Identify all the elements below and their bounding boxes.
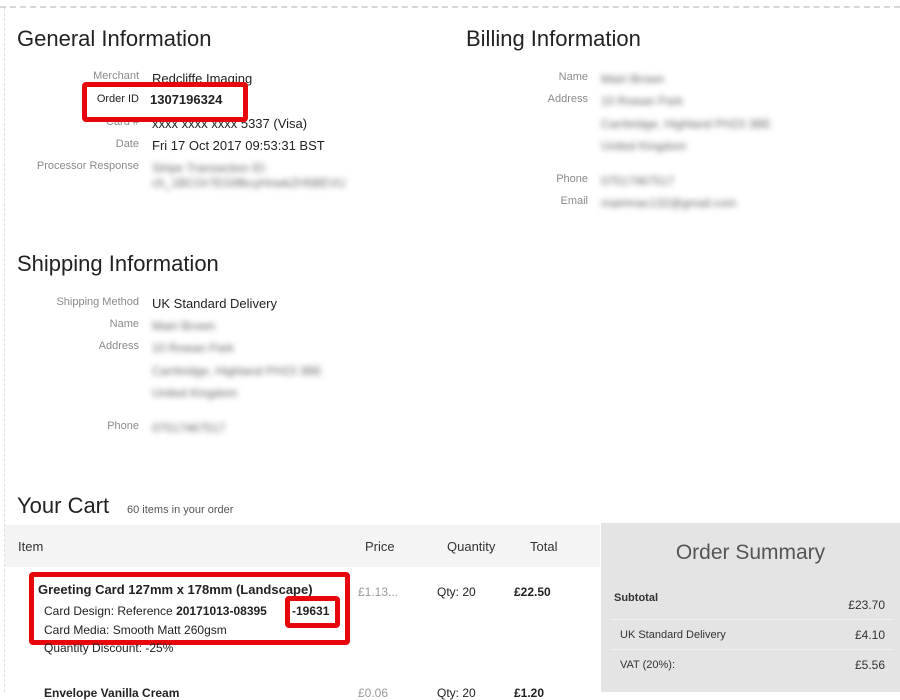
date-value: Fri 17 Oct 2017 09:53:31 BST (152, 138, 325, 153)
design-prefix: Card Design: Reference (44, 604, 173, 618)
left-dashed-border (4, 8, 5, 692)
billing-address-line-2: Carrbridge, Highland PH23 3BE (601, 117, 772, 131)
processor-response-line-2: ch_1BCOr7EG9fkcyHnwkZH5BEVU (152, 176, 346, 190)
cart-item-2-name[interactable]: Envelope Vanilla Cream (44, 686, 179, 700)
billing-address-line-3: United Kingdom (601, 139, 687, 153)
billing-name-value: Mairi Brown (601, 72, 665, 86)
col-item-header: Item (18, 539, 44, 554)
billing-address-label: Address (547, 93, 588, 105)
cart-item-media: Card Media: Smooth Matt 260gsm (44, 623, 227, 637)
vat-label: VAT (20%): (620, 659, 676, 671)
order-id-label: Order ID (96, 93, 139, 105)
billing-info-title: Billing Information (466, 26, 641, 51)
vat-value: £5.56 (854, 658, 885, 672)
subtotal-value: £23.70 (848, 598, 885, 612)
billing-email-value: mairimac132@gmail.com (601, 196, 737, 210)
col-total-header: Total (530, 539, 558, 554)
shipping-phone-value: 07517467517 (152, 421, 226, 435)
cart-item-name[interactable]: Greeting Card 127mm x 178mm (Landscape) (38, 582, 313, 597)
order-id-value: 1307196324 (150, 92, 223, 107)
cart-item-qty: Qty: 20 (437, 585, 476, 599)
shipping-phone-label: Phone (107, 420, 139, 432)
summary-divider-1 (610, 619, 894, 620)
billing-phone-value: 07517467517 (601, 174, 675, 188)
col-quantity-header: Quantity (447, 539, 496, 554)
processor-response-label: Processor Response (36, 160, 139, 172)
shipping-address-line-3: United Kingdom (152, 386, 238, 400)
cart-title: Your Cart (17, 493, 110, 518)
delivery-value: £4.10 (854, 628, 885, 642)
shipping-address-label: Address (98, 340, 139, 352)
cart-item-discount: Quantity Discount: -25% (44, 641, 174, 655)
shipping-address-line-2: Carrbridge, Highland PH23 3BE (152, 364, 323, 378)
design-suffix: -19631 (292, 604, 330, 618)
merchant-label: Merchant (93, 70, 139, 82)
design-reference: 20171013-08395 (176, 604, 267, 618)
billing-name-label: Name (558, 71, 588, 83)
top-dashed-border (0, 6, 900, 8)
billing-phone-label: Phone (556, 173, 588, 185)
shipping-name-label: Name (109, 318, 139, 330)
shipping-name-value: Mairi Brown (152, 319, 216, 333)
cart-item-design: Card Design: Reference 20171013-08395 (44, 604, 267, 618)
shipping-address-line-1: 10 Rowan Park (152, 341, 235, 355)
processor-response-line-1: Stripe Transaction ID: (152, 161, 268, 175)
summary-divider-2 (610, 649, 894, 650)
general-info-title: General Information (17, 26, 212, 51)
cart-item-2-qty: Qty: 20 (437, 686, 476, 700)
order-summary-title: Order Summary (675, 541, 826, 564)
cart-item-total: £22.50 (514, 585, 551, 599)
billing-address-line-1: 10 Rowan Park (601, 94, 684, 108)
col-price-header: Price (365, 539, 395, 554)
cart-item-price: £1.13... (358, 585, 399, 599)
cart-item-2-price: £0.06 (358, 686, 389, 700)
cart-item-2-total: £1.20 (514, 686, 545, 700)
subtotal-label: Subtotal (614, 592, 658, 604)
cart-table-header (5, 525, 600, 567)
shipping-method-label: Shipping Method (56, 296, 139, 308)
shipping-info-title: Shipping Information (17, 251, 219, 276)
cart-item-count: 60 items in your order (127, 504, 234, 516)
billing-email-label: Email (560, 195, 588, 207)
date-label: Date (115, 138, 139, 150)
delivery-label: UK Standard Delivery (620, 629, 726, 641)
shipping-method-value: UK Standard Delivery (152, 296, 277, 311)
